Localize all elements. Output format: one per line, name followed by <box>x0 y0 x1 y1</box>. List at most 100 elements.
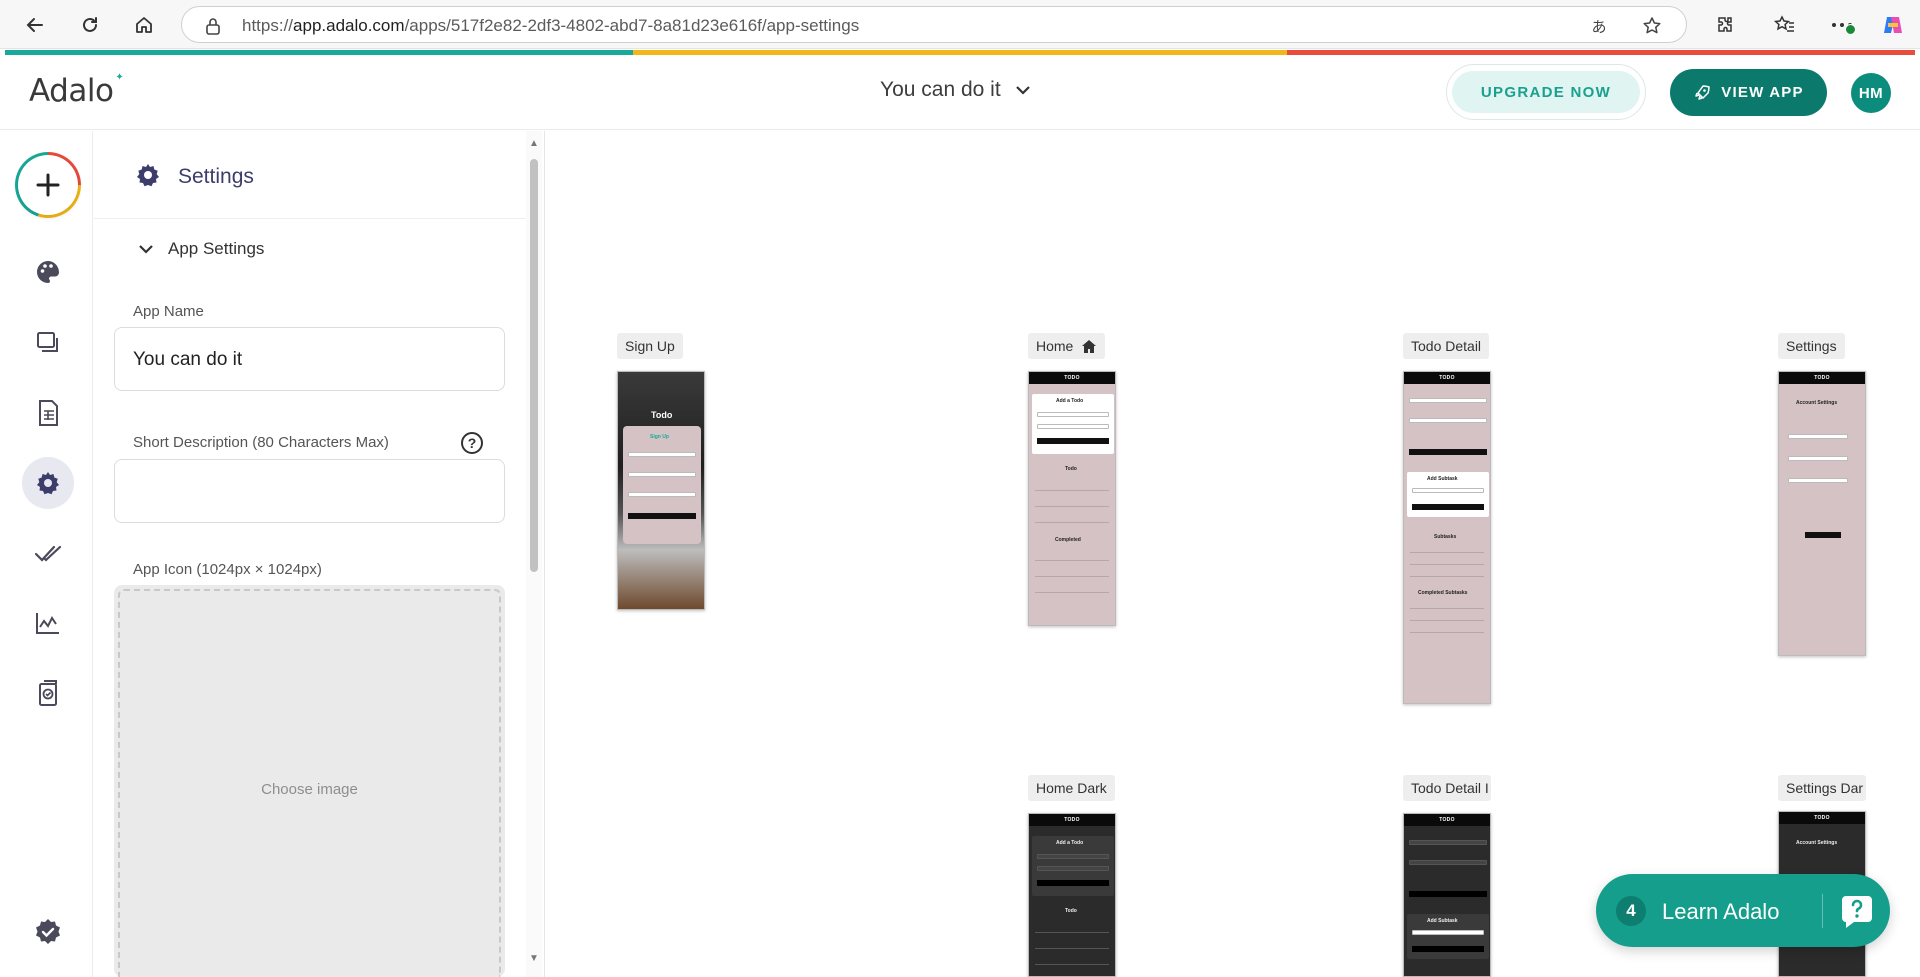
mini-heading: Add a Todo <box>1056 398 1084 404</box>
help-icon[interactable]: ? <box>461 432 483 454</box>
palette-icon[interactable] <box>22 246 74 298</box>
add-component-button[interactable] <box>15 152 81 218</box>
mini-card: Add a Todo <box>1032 394 1114 454</box>
reload-icon[interactable] <box>77 12 103 38</box>
favorite-star-icon[interactable] <box>1641 15 1663 37</box>
screen-label-sign-up[interactable]: Sign Up <box>617 333 683 359</box>
mini-row <box>1410 576 1484 577</box>
screen-label-home-dark[interactable]: Home Dark <box>1028 775 1115 801</box>
mini-row <box>1035 522 1109 523</box>
database-icon[interactable] <box>22 387 74 439</box>
learn-adalo-label: Learn Adalo <box>1662 899 1780 924</box>
analytics-icon[interactable] <box>22 597 74 649</box>
screens-canvas[interactable]: Sign Up Todo Sign Up Home TODO Add a Tod… <box>544 131 1920 977</box>
mini-row <box>1035 490 1109 491</box>
app-settings-section-toggle[interactable]: App Settings <box>138 239 264 259</box>
settings-panel-header: Settings <box>94 131 526 219</box>
view-app-label: VIEW APP <box>1721 84 1804 101</box>
mini-title: Todo <box>651 410 673 420</box>
screen-thumbnail-home-dark[interactable]: TODO Add a Todo Todo <box>1028 813 1116 977</box>
mini-input <box>1037 412 1109 417</box>
app-switcher[interactable]: You can do it <box>880 78 1031 102</box>
learn-count-badge: 4 <box>1616 896 1646 926</box>
short-description-field[interactable] <box>114 459 505 523</box>
screen-thumbnail-todo-detail-dark[interactable]: TODO Add Subtask <box>1403 813 1491 977</box>
app-name-field[interactable]: You can do it <box>114 327 505 391</box>
mini-button <box>1412 504 1484 510</box>
mini-input <box>628 472 696 477</box>
mini-input <box>628 452 696 457</box>
avatar[interactable]: HM <box>1851 73 1891 113</box>
page-title: Settings <box>178 165 254 188</box>
adalo-logo[interactable]: Adalo ✦ <box>29 69 124 109</box>
mini-top-bar: TODO <box>1779 812 1865 824</box>
mini-row <box>1410 632 1484 633</box>
mini-input <box>1037 866 1109 871</box>
copilot-icon[interactable] <box>1880 12 1906 38</box>
settings-panel: Settings App Settings App Name You can d… <box>94 131 526 977</box>
screen-label-home[interactable]: Home <box>1028 333 1106 359</box>
mini-heading: Account Settings <box>1796 840 1838 846</box>
scroll-thumb[interactable] <box>530 159 538 572</box>
help-chat-icon[interactable] <box>1836 890 1878 932</box>
mini-input <box>1788 478 1848 483</box>
choose-image-text: Choose image <box>261 781 358 798</box>
mini-form-card: Sign Up <box>623 426 701 544</box>
back-arrow-icon[interactable] <box>22 12 48 38</box>
scroll-up-arrow-icon[interactable]: ▲ <box>529 139 539 149</box>
screen-label-text: Settings Dar <box>1786 780 1864 796</box>
url-prefix: https:// <box>242 16 294 35</box>
mini-button <box>1805 532 1841 538</box>
settings-gear-icon[interactable] <box>22 457 74 509</box>
mini-button <box>1412 946 1484 952</box>
mini-input <box>1412 488 1484 493</box>
mini-input <box>1409 840 1487 845</box>
browser-toolbar: https://app.adalo.com/apps/517f2e82-2df3… <box>0 0 1920 49</box>
mini-row <box>1410 608 1484 609</box>
screen-thumbnail-sign-up[interactable]: Todo Sign Up <box>617 371 705 610</box>
screens-icon[interactable] <box>22 317 74 369</box>
translate-icon[interactable]: あ <box>1588 15 1610 37</box>
upgrade-now-button[interactable]: UPGRADE NOW <box>1452 71 1640 113</box>
mini-input <box>1409 418 1487 423</box>
logo-text: Adalo <box>29 73 114 109</box>
mini-heading: Add Subtask <box>1427 918 1458 924</box>
address-bar[interactable]: https://app.adalo.com/apps/517f2e82-2df3… <box>181 6 1687 43</box>
mini-button <box>1409 449 1487 455</box>
more-menu-icon[interactable] <box>1829 12 1856 38</box>
home-icon[interactable] <box>131 12 157 38</box>
publish-icon[interactable] <box>22 667 74 719</box>
mini-input <box>1412 930 1484 935</box>
section-label: App Settings <box>168 239 265 258</box>
screen-label-text: Home Dark <box>1036 780 1107 796</box>
mini-row <box>1035 506 1109 507</box>
view-app-button[interactable]: VIEW APP <box>1670 69 1827 116</box>
mini-button <box>628 513 696 519</box>
mini-row <box>1410 564 1484 565</box>
scroll-down-arrow-icon[interactable]: ▼ <box>529 954 539 964</box>
panel-scrollbar[interactable]: ▲ ▼ <box>526 131 542 977</box>
screen-thumbnail-home[interactable]: TODO Add a Todo Todo Completed <box>1028 371 1116 626</box>
screen-label-settings[interactable]: Settings <box>1778 333 1845 359</box>
app-icon-label: App Icon (1024px × 1024px) <box>133 561 322 578</box>
screen-label-todo-detail-dark[interactable]: Todo Detail I <box>1403 775 1491 801</box>
mini-heading: Todo <box>1065 908 1077 914</box>
rocket-icon <box>1695 84 1711 100</box>
double-check-icon[interactable] <box>22 527 74 579</box>
favorites-icon[interactable] <box>1772 12 1798 38</box>
screen-thumbnail-settings[interactable]: TODO Account Settings <box>1778 371 1866 656</box>
mini-input <box>1409 398 1487 403</box>
screen-label-todo-detail[interactable]: Todo Detail <box>1403 333 1490 359</box>
mini-heading: Add Subtask <box>1427 476 1458 482</box>
verified-icon[interactable] <box>22 906 74 958</box>
app-icon-upload[interactable]: Choose image <box>114 585 505 977</box>
mini-input <box>628 492 696 497</box>
learn-adalo-button[interactable]: 4 Learn Adalo <box>1596 874 1890 947</box>
mini-row <box>1410 552 1484 553</box>
extensions-icon[interactable] <box>1712 12 1738 38</box>
lock-icon[interactable] <box>202 15 224 37</box>
mini-button <box>1409 891 1487 897</box>
screen-label-settings-dark[interactable]: Settings Dar <box>1778 775 1866 801</box>
screen-thumbnail-todo-detail[interactable]: TODO Add Subtask Subtasks Completed Subt… <box>1403 371 1491 704</box>
mini-input <box>1409 860 1487 865</box>
